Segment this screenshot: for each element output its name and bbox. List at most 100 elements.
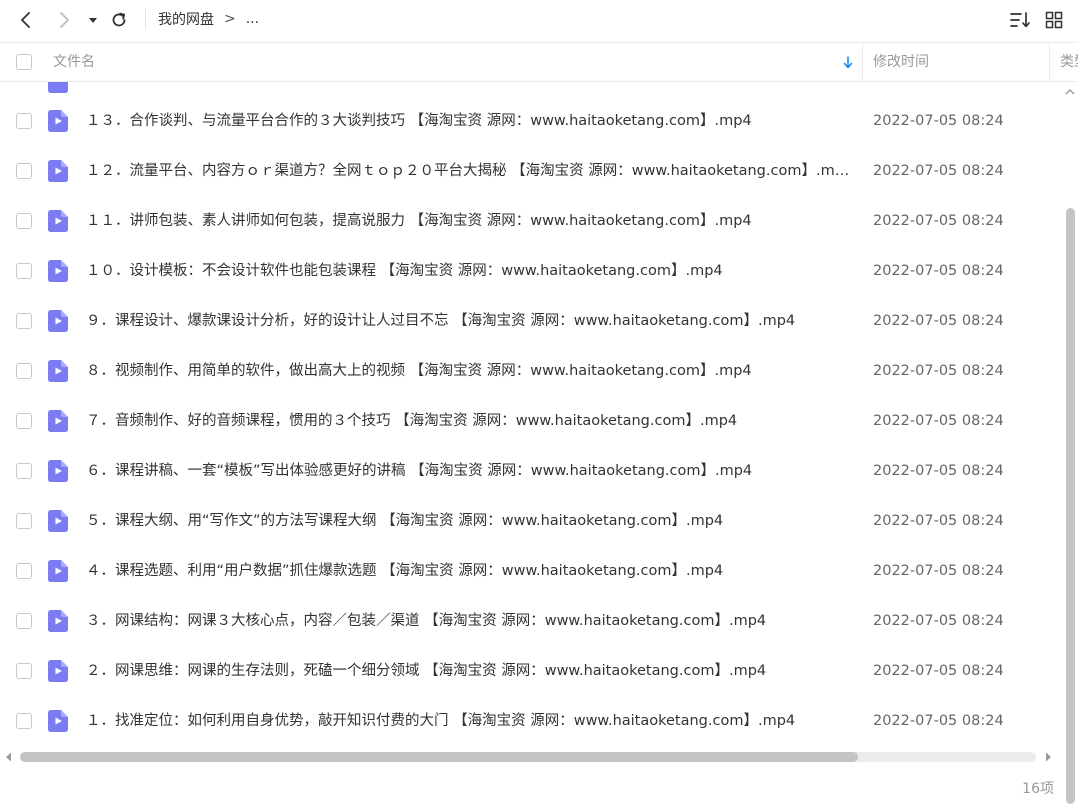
refresh-icon	[112, 12, 126, 27]
video-file-icon	[48, 310, 68, 332]
video-file-icon	[48, 710, 68, 732]
video-file-icon	[48, 410, 68, 432]
breadcrumb-more[interactable]: ...	[246, 11, 259, 27]
file-modified-time: 2022-07-05 08:24	[873, 613, 1004, 629]
horizontal-scrollbar-thumb[interactable]	[20, 752, 858, 762]
status-bar: 16项	[0, 768, 1078, 808]
row-checkbox[interactable]	[16, 263, 32, 279]
table-row[interactable]: １２．流量平台、内容方ｏｒ渠道方？全网ｔｏｐ２０平台大揭秘 【海淘宝资 源网：w…	[0, 146, 1062, 196]
file-icon	[48, 82, 68, 93]
horizontal-scrollbar[interactable]	[0, 746, 1062, 768]
file-modified-time: 2022-07-05 08:24	[873, 263, 1004, 279]
column-divider[interactable]	[1049, 43, 1050, 81]
file-modified-time: 2022-07-05 08:24	[873, 413, 1004, 429]
file-name[interactable]: ７．音频制作、好的音频课程，惯用的３个技巧 【海淘宝资 源网：www.haita…	[86, 396, 852, 446]
file-manager-window: 我的网盘 > ... 文件名 修改时间 类型 １３．合作谈判、与流量平台合作的３…	[0, 0, 1078, 808]
table-row[interactable]: ５．课程大纲、用“写作文”的方法写课程大纲 【海淘宝资 源网：www.haita…	[0, 496, 1062, 546]
file-name[interactable]: ３．网课结构：网课３大核心点，内容／包装／渠道 【海淘宝资 源网：www.hai…	[86, 596, 852, 646]
toolbar-divider	[145, 9, 146, 29]
row-checkbox[interactable]	[16, 163, 32, 179]
sort-button[interactable]	[1006, 6, 1034, 34]
file-modified-time: 2022-07-05 08:24	[873, 713, 1004, 729]
row-checkbox[interactable]	[16, 713, 32, 729]
row-checkbox[interactable]	[16, 613, 32, 629]
column-header-type[interactable]: 类型	[1060, 43, 1078, 81]
row-checkbox[interactable]	[16, 663, 32, 679]
table-row[interactable]: ８．视频制作、用简单的软件，做出高大上的视频 【海淘宝资 源网：www.hait…	[0, 346, 1062, 396]
table-row[interactable]: １．找准定位：如何利用自身优势，敲开知识付费的大门 【海淘宝资 源网：www.h…	[0, 696, 1062, 746]
breadcrumb-separator: >	[224, 11, 236, 27]
row-checkbox[interactable]	[16, 563, 32, 579]
row-checkbox[interactable]	[16, 413, 32, 429]
row-checkbox[interactable]	[16, 363, 32, 379]
file-modified-time: 2022-07-05 08:24	[873, 213, 1004, 229]
chevron-right-icon	[60, 12, 69, 28]
scroll-left-arrow-icon[interactable]	[5, 752, 13, 762]
table-row[interactable]: ６．课程讲稿、一套“模板”写出体验感更好的讲稿 【海淘宝资 源网：www.hai…	[0, 446, 1062, 496]
file-modified-time: 2022-07-05 08:24	[873, 463, 1004, 479]
column-header-name[interactable]: 文件名	[53, 43, 95, 81]
file-modified-time: 2022-07-05 08:24	[873, 663, 1004, 679]
table-row[interactable]: ３．网课结构：网课３大核心点，内容／包装／渠道 【海淘宝资 源网：www.hai…	[0, 596, 1062, 646]
file-name[interactable]: ６．课程讲稿、一套“模板”写出体验感更好的讲稿 【海淘宝资 源网：www.hai…	[86, 446, 852, 496]
row-checkbox[interactable]	[16, 313, 32, 329]
file-modified-time: 2022-07-05 08:24	[873, 363, 1004, 379]
table-row[interactable]: １１．讲师包装、素人讲师如何包装，提高说服力 【海淘宝资 源网：www.hait…	[0, 196, 1062, 246]
horizontal-scrollbar-track[interactable]	[20, 752, 1036, 762]
breadcrumb-root[interactable]: 我的网盘	[158, 9, 214, 29]
file-modified-time: 2022-07-05 08:24	[873, 513, 1004, 529]
forward-button[interactable]	[50, 6, 78, 34]
table-row[interactable]: ９．课程设计、爆款课设计分析，好的设计让人过目不忘 【海淘宝资 源网：www.h…	[0, 296, 1062, 346]
table-row[interactable]: ４．课程选题、利用“用户数据”抓住爆款选题 【海淘宝资 源网：www.haita…	[0, 546, 1062, 596]
toolbar: 我的网盘 > ...	[0, 0, 1078, 40]
sort-icon	[1010, 12, 1030, 28]
file-name[interactable]: １３．合作谈判、与流量平台合作的３大谈判技巧 【海淘宝资 源网：www.hait…	[86, 96, 852, 146]
vertical-scrollbar[interactable]	[1062, 82, 1078, 804]
video-file-icon	[48, 360, 68, 382]
video-file-icon	[48, 160, 68, 182]
refresh-button[interactable]	[105, 6, 133, 34]
file-name[interactable]: ２．网课思维：网课的生存法则，死磕一个细分领域 【海淘宝资 源网：www.hai…	[86, 646, 852, 696]
file-modified-time: 2022-07-05 08:24	[873, 163, 1004, 179]
select-all-checkbox[interactable]	[16, 54, 32, 70]
scroll-up-arrow-icon[interactable]	[1065, 88, 1075, 96]
column-divider[interactable]	[862, 43, 863, 81]
vertical-scrollbar-thumb[interactable]	[1066, 208, 1075, 804]
file-name[interactable]: １０．设计模板：不会设计软件也能包装课程 【海淘宝资 源网：www.haitao…	[86, 246, 852, 296]
video-file-icon	[48, 660, 68, 682]
table-header: 文件名 修改时间 类型	[0, 42, 1078, 82]
file-name[interactable]: １１．讲师包装、素人讲师如何包装，提高说服力 【海淘宝资 源网：www.hait…	[86, 196, 852, 246]
file-list: １３．合作谈判、与流量平台合作的３大谈判技巧 【海淘宝资 源网：www.hait…	[0, 82, 1062, 746]
history-dropdown-button[interactable]	[80, 6, 106, 34]
table-row[interactable]: ２．网课思维：网课的生存法则，死磕一个细分领域 【海淘宝资 源网：www.hai…	[0, 646, 1062, 696]
table-row[interactable]: ７．音频制作、好的音频课程，惯用的３个技巧 【海淘宝资 源网：www.haita…	[0, 396, 1062, 446]
row-checkbox[interactable]	[16, 463, 32, 479]
breadcrumb: 我的网盘 > ...	[158, 9, 259, 29]
table-row[interactable]: １０．设计模板：不会设计软件也能包装课程 【海淘宝资 源网：www.haitao…	[0, 246, 1062, 296]
video-file-icon	[48, 210, 68, 232]
file-name[interactable]: １２．流量平台、内容方ｏｒ渠道方？全网ｔｏｐ２０平台大揭秘 【海淘宝资 源网：w…	[86, 146, 852, 196]
file-modified-time: 2022-07-05 08:24	[873, 113, 1004, 129]
video-file-icon	[48, 610, 68, 632]
file-name[interactable]: ８．视频制作、用简单的软件，做出高大上的视频 【海淘宝资 源网：www.hait…	[86, 346, 852, 396]
video-file-icon	[48, 460, 68, 482]
file-name[interactable]: ９．课程设计、爆款课设计分析，好的设计让人过目不忘 【海淘宝资 源网：www.h…	[86, 296, 852, 346]
caret-down-icon	[89, 18, 97, 23]
file-name[interactable]: ４．课程选题、利用“用户数据”抓住爆款选题 【海淘宝资 源网：www.haita…	[86, 546, 852, 596]
video-file-icon	[48, 560, 68, 582]
row-checkbox[interactable]	[16, 213, 32, 229]
file-modified-time: 2022-07-05 08:24	[873, 313, 1004, 329]
table-row[interactable]: １３．合作谈判、与流量平台合作的３大谈判技巧 【海淘宝资 源网：www.hait…	[0, 96, 1062, 146]
view-mode-button[interactable]	[1040, 6, 1068, 34]
item-count: 16项	[1022, 781, 1054, 797]
file-name[interactable]: ５．课程大纲、用“写作文”的方法写课程大纲 【海淘宝资 源网：www.haita…	[86, 496, 852, 546]
row-checkbox[interactable]	[16, 513, 32, 529]
sort-desc-arrow-icon[interactable]	[843, 56, 853, 69]
column-header-modified[interactable]: 修改时间	[873, 43, 929, 81]
scroll-right-arrow-icon[interactable]	[1044, 752, 1052, 762]
chevron-left-icon	[21, 12, 30, 28]
file-name[interactable]: １．找准定位：如何利用自身优势，敲开知识付费的大门 【海淘宝资 源网：www.h…	[86, 696, 852, 746]
row-checkbox[interactable]	[16, 113, 32, 129]
video-file-icon	[48, 110, 68, 132]
back-button[interactable]	[12, 6, 40, 34]
